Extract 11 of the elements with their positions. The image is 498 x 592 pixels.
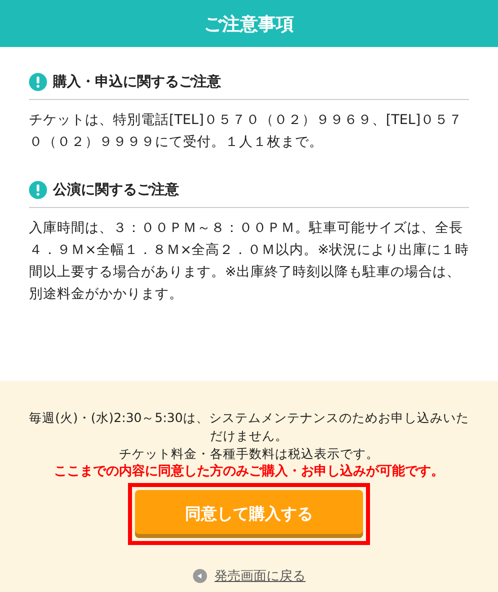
notice-text: 毎週(火)・(水)2:30～5:30は、システムメンテナンスのためお申し込みいただけません。 <box>29 409 469 445</box>
exclamation-icon <box>29 181 47 199</box>
page-title: ご注意事項 <box>204 12 294 36</box>
section-heading: 購入・申込に関するご注意 <box>53 73 221 91</box>
warning-text: ここまでの内容に同意した方のみご購入・お申し込みが可能です。 <box>53 463 445 481</box>
section-text: チケットは、特別電話[TEL]０５７０（０２）９９６９、[TEL]０５７０（０２）９９９９にて受付。１人１枚まで。 <box>29 111 464 152</box>
notice-text: チケット料金・各種手数料は税込表示です。 <box>118 445 380 463</box>
back-link[interactable]: 発売画面に戻る <box>214 567 306 585</box>
section-text: 入庫時間は、３：００ＰＭ～８：００ＰＭ。駐車可能サイズは、全長４．９Ｍ×全幅１．８Ｍ×全高２．０Ｍ以内。※状況により出庫に１時間以上要する場合があります。※出庫終了時刻以降も駐車の場合は、別途料金がかかります。 <box>29 219 469 304</box>
exclamation-icon <box>29 73 47 91</box>
section-heading: 公演に関するご注意 <box>53 181 179 199</box>
